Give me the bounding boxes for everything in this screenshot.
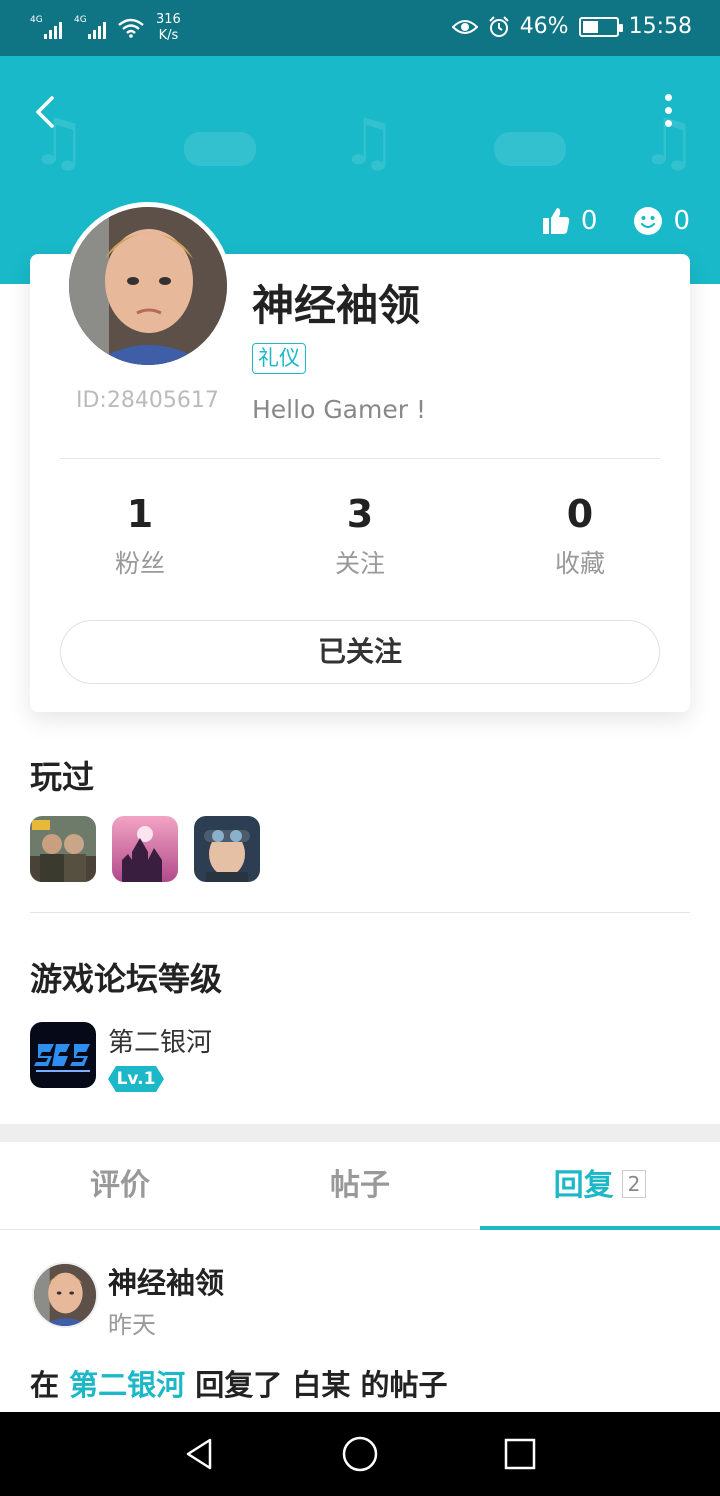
count-label: 粉丝 — [114, 549, 165, 578]
title-badge: 礼仪 — [252, 343, 306, 374]
game-icon-soldier[interactable] — [194, 816, 260, 882]
smiles-stat[interactable]: 0 — [633, 206, 690, 236]
reply-prefix: 在 — [30, 1368, 60, 1402]
gamepad-icon — [184, 132, 256, 166]
played-section-title: 玩过 — [30, 758, 95, 796]
game-icon-castle[interactable] — [112, 816, 178, 882]
count-label: 关注 — [334, 549, 385, 578]
smiles-count: 0 — [673, 206, 690, 236]
avatar-image — [69, 207, 227, 365]
user-id: ID:28405617 — [76, 388, 219, 413]
reply-target-user: 白某 — [292, 1368, 351, 1402]
follow-button[interactable]: 已关注 — [60, 620, 660, 684]
favorites-count[interactable]: 0 收藏 — [470, 488, 690, 580]
card-divider — [60, 458, 660, 459]
level-badge: Lv.1 — [108, 1066, 164, 1092]
likes-count: 0 — [580, 206, 598, 236]
signal-icon: 4G — [74, 15, 106, 39]
count-label: 收藏 — [554, 549, 605, 578]
profile-counts: 1 粉丝 3 关注 0 收藏 — [30, 488, 690, 580]
back-button[interactable] — [28, 92, 64, 132]
count-number: 3 — [346, 492, 374, 536]
header-stats: 0 0 — [541, 206, 690, 236]
reply-author-avatar[interactable] — [32, 1262, 98, 1328]
nav-home-icon[interactable] — [340, 1434, 380, 1474]
music-note-icon: ♫ — [340, 106, 398, 180]
user-nickname: 神经袖领 — [252, 281, 421, 330]
battery-percent: 46% — [519, 14, 569, 39]
reply-summary[interactable]: 在 第二银河 回复了 白某 的帖子 — [30, 1362, 448, 1404]
avatar[interactable] — [64, 202, 232, 370]
user-bio: Hello Gamer ! — [252, 395, 426, 424]
more-menu-button[interactable] — [656, 94, 680, 134]
network-speed: 316 K/s — [156, 12, 181, 44]
forum-level-title: 游戏论坛等级 — [30, 960, 223, 998]
reply-author-name[interactable]: 神经袖领 — [108, 1260, 224, 1302]
forum-game-icon[interactable] — [30, 1022, 96, 1088]
game-icon-pubg[interactable] — [30, 816, 96, 882]
tab-label: 帖子 — [330, 1168, 390, 1203]
gamepad-icon — [494, 132, 566, 166]
smiley-icon — [634, 207, 663, 235]
battery-icon — [578, 16, 623, 37]
status-left: 4G 4G 316 K/s — [30, 12, 181, 44]
following-count[interactable]: 3 关注 — [250, 488, 470, 580]
system-nav-bar — [0, 1412, 720, 1496]
likes-stat[interactable]: 0 — [541, 206, 598, 236]
tab-replies[interactable]: 回复 2 — [480, 1142, 720, 1230]
network-type-2: 4G — [74, 15, 87, 25]
reply-game-link[interactable]: 第二银河 — [69, 1368, 185, 1402]
eye-icon — [451, 19, 478, 34]
thumbs-up-icon — [542, 208, 570, 234]
network-type-1: 4G — [30, 15, 43, 25]
nav-back-icon[interactable] — [180, 1434, 220, 1474]
status-right: 46% 15:58 — [451, 14, 692, 39]
tab-label: 回复 — [553, 1168, 614, 1203]
count-number: 0 — [566, 492, 594, 536]
section-gap — [0, 1124, 720, 1142]
reply-time: 昨天 — [108, 1311, 156, 1339]
speed-value: 316 — [156, 12, 181, 27]
speed-unit: K/s — [158, 28, 179, 43]
content-tabs: 评价 帖子 回复 2 — [0, 1142, 720, 1230]
reply-suffix: 的帖子 — [360, 1368, 448, 1402]
section-divider — [30, 912, 690, 913]
tab-reviews[interactable]: 评价 — [0, 1142, 240, 1229]
signal-icon: 4G — [30, 15, 62, 39]
tab-count-badge: 2 — [621, 1169, 647, 1198]
alarm-icon — [488, 15, 509, 37]
nav-recents-icon[interactable] — [500, 1434, 540, 1474]
reply-action: 回复了 — [195, 1368, 283, 1402]
followers-count[interactable]: 1 粉丝 — [30, 488, 250, 580]
wifi-icon — [118, 18, 144, 38]
forum-game-name[interactable]: 第二银河 — [108, 1022, 212, 1059]
count-number: 1 — [126, 492, 154, 536]
tab-label: 评价 — [90, 1168, 150, 1203]
clock: 15:58 — [628, 14, 692, 39]
status-bar: 4G 4G 316 K/s 46% 15:58 — [0, 0, 720, 56]
tab-posts[interactable]: 帖子 — [240, 1142, 480, 1229]
